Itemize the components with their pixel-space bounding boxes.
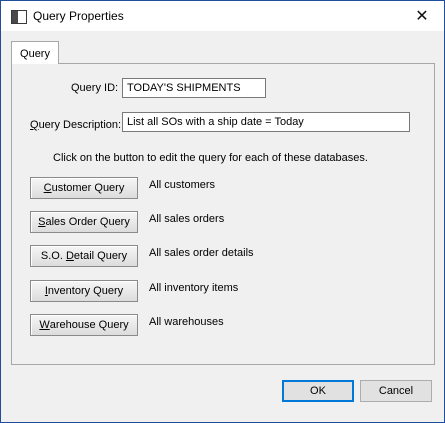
sales-order-query-mnemonic: S — [38, 216, 46, 228]
close-icon: ✕ — [415, 8, 429, 25]
customer-query-button[interactable]: Customer Query — [30, 177, 138, 199]
customer-query-mnemonic: C — [43, 182, 52, 194]
query-description-label: Query Description: — [30, 119, 121, 131]
inventory-query-label: nventory Query — [47, 285, 124, 297]
instruction-text: Click on the button to edit the query fo… — [53, 152, 368, 164]
customer-query-description: All customers — [149, 179, 216, 191]
query-id-field[interactable]: TODAY'S SHIPMENTS — [122, 78, 266, 98]
window-title: Query Properties — [33, 9, 124, 23]
so-detail-query-button[interactable]: S.O. Detail Query — [30, 245, 138, 267]
query-description-value: List all SOs with a ship date = Today — [127, 116, 304, 128]
cancel-button[interactable]: Cancel — [360, 380, 432, 402]
query-tab-panel: Query ID: TODAY'S SHIPMENTS Query Descri… — [11, 63, 435, 365]
so-detail-query-prefix: S.O. — [40, 250, 66, 262]
so-detail-query-description: All sales order details — [149, 247, 254, 259]
warehouse-query-label: arehouse Query — [49, 319, 129, 331]
close-button[interactable]: ✕ — [400, 1, 444, 31]
query-id-label: Query ID: — [71, 82, 119, 94]
query-description-field[interactable]: List all SOs with a ship date = Today — [122, 112, 410, 132]
tab-query[interactable]: Query — [11, 41, 59, 64]
sales-order-query-label: ales Order Query — [45, 216, 130, 228]
cancel-button-label: Cancel — [378, 385, 414, 397]
ok-button[interactable]: OK — [282, 380, 354, 402]
window-app-icon — [11, 10, 27, 24]
sales-order-query-button[interactable]: Sales Order Query — [30, 211, 138, 233]
inventory-query-button[interactable]: Inventory Query — [30, 280, 138, 302]
so-detail-query-label: etail Query — [73, 250, 128, 262]
query-description-mnemonic: Q — [30, 119, 39, 131]
query-properties-dialog: Query Properties ✕ Query Query ID: TODAY… — [0, 0, 445, 423]
inventory-query-description: All inventory items — [149, 282, 239, 294]
tab-query-label: Query — [20, 48, 50, 60]
warehouse-query-description: All warehouses — [149, 316, 224, 328]
query-id-value: TODAY'S SHIPMENTS — [127, 82, 241, 94]
title-bar[interactable]: Query Properties ✕ — [1, 1, 444, 31]
ok-button-label: OK — [310, 385, 326, 397]
warehouse-query-button[interactable]: Warehouse Query — [30, 314, 138, 336]
warehouse-query-mnemonic: W — [39, 319, 50, 331]
customer-query-label: ustomer Query — [51, 182, 125, 194]
query-description-label-rest: uery Description: — [38, 119, 122, 131]
so-detail-query-mnemonic: D — [65, 250, 74, 262]
sales-order-query-description: All sales orders — [149, 213, 225, 225]
